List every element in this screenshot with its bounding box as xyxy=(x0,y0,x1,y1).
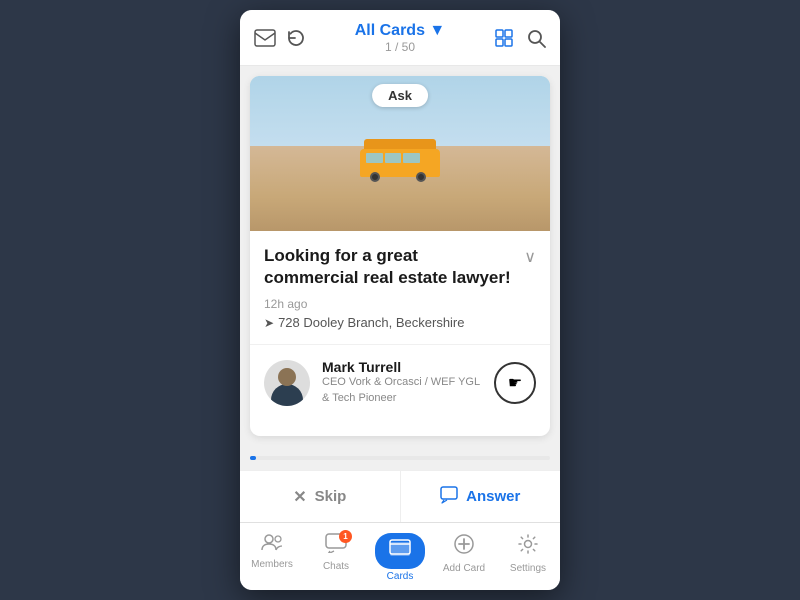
chat-badge: 1 xyxy=(339,530,352,543)
add-card-icon xyxy=(453,533,475,561)
profile-info: Mark Turrell CEO Vork & Orcasci / WEF YG… xyxy=(322,359,482,406)
nav-cards-label: Cards xyxy=(387,571,414,582)
header-left xyxy=(254,28,306,48)
skip-button[interactable]: ✕ Skip xyxy=(240,471,400,522)
action-row: ✕ Skip Answer xyxy=(240,470,560,522)
progress-bar-container xyxy=(250,456,550,460)
nav-settings[interactable]: Settings xyxy=(496,529,560,586)
bus-windows xyxy=(366,153,420,163)
chevron-down-icon[interactable]: ∨ xyxy=(524,247,536,267)
bottom-nav: Members 1 Chats xyxy=(240,522,560,590)
header-title[interactable]: All Cards ▼ xyxy=(306,22,494,40)
profile-name: Mark Turrell xyxy=(322,359,482,375)
bus-illustration xyxy=(360,141,440,177)
location-icon: ➤ xyxy=(264,316,274,330)
chats-icon: 1 xyxy=(325,533,347,559)
profile-title: CEO Vork & Orcasci / WEF YGL & Tech Pion… xyxy=(322,375,482,406)
skip-label: Skip xyxy=(315,488,347,505)
search-button[interactable] xyxy=(526,28,546,48)
refresh-button[interactable] xyxy=(286,28,306,48)
progress-bar xyxy=(250,456,256,460)
bus-wheel-left xyxy=(370,172,380,182)
nav-cards[interactable]: Cards xyxy=(368,529,432,586)
card-body: Looking for a great commercial real esta… xyxy=(250,231,550,436)
avatar-suit xyxy=(271,384,303,406)
skip-icon: ✕ xyxy=(293,487,306,507)
nav-chats[interactable]: 1 Chats xyxy=(304,529,368,586)
header-right xyxy=(494,28,546,48)
avatar xyxy=(264,360,310,406)
card-divider xyxy=(250,344,550,345)
card-title: Looking for a great commercial real esta… xyxy=(264,245,524,289)
nav-chats-label: Chats xyxy=(323,561,349,572)
settings-icon xyxy=(517,533,539,561)
answer-button[interactable]: Answer xyxy=(400,471,561,522)
header-subtitle: 1 / 50 xyxy=(306,40,494,54)
bus-wheel-right xyxy=(416,172,426,182)
profile-row: Mark Turrell CEO Vork & Orcasci / WEF YG… xyxy=(264,359,536,406)
answer-icon xyxy=(440,486,458,508)
nav-settings-label: Settings xyxy=(510,563,546,574)
card-timestamp: 12h ago xyxy=(264,297,536,311)
inbox-button[interactable] xyxy=(254,29,276,47)
phone-frame: All Cards ▼ 1 / 50 xyxy=(240,10,560,590)
card-title-row: Looking for a great commercial real esta… xyxy=(264,245,536,289)
nav-add-card-label: Add Card xyxy=(443,563,485,574)
connect-button[interactable]: ☛ xyxy=(494,362,536,404)
cursor-icon: ☛ xyxy=(508,373,522,393)
card-image: Ask xyxy=(250,76,550,231)
location-text: 728 Dooley Branch, Beckershire xyxy=(278,315,464,330)
grid-view-button[interactable] xyxy=(494,28,514,48)
cards-active-bg xyxy=(375,533,425,569)
answer-label: Answer xyxy=(466,488,520,505)
members-icon xyxy=(261,533,283,557)
ask-button[interactable]: Ask xyxy=(372,84,428,107)
card-location: ➤ 728 Dooley Branch, Beckershire xyxy=(264,315,536,330)
card: Ask Looking for a great commercial real … xyxy=(250,76,550,436)
avatar-head xyxy=(278,368,296,386)
header-center: All Cards ▼ 1 / 50 xyxy=(306,22,494,54)
nav-members[interactable]: Members xyxy=(240,529,304,586)
main-content: Ask Looking for a great commercial real … xyxy=(240,66,560,470)
header: All Cards ▼ 1 / 50 xyxy=(240,10,560,66)
nav-add-card[interactable]: Add Card xyxy=(432,529,496,586)
cards-icon xyxy=(389,540,411,562)
nav-members-label: Members xyxy=(251,559,293,570)
